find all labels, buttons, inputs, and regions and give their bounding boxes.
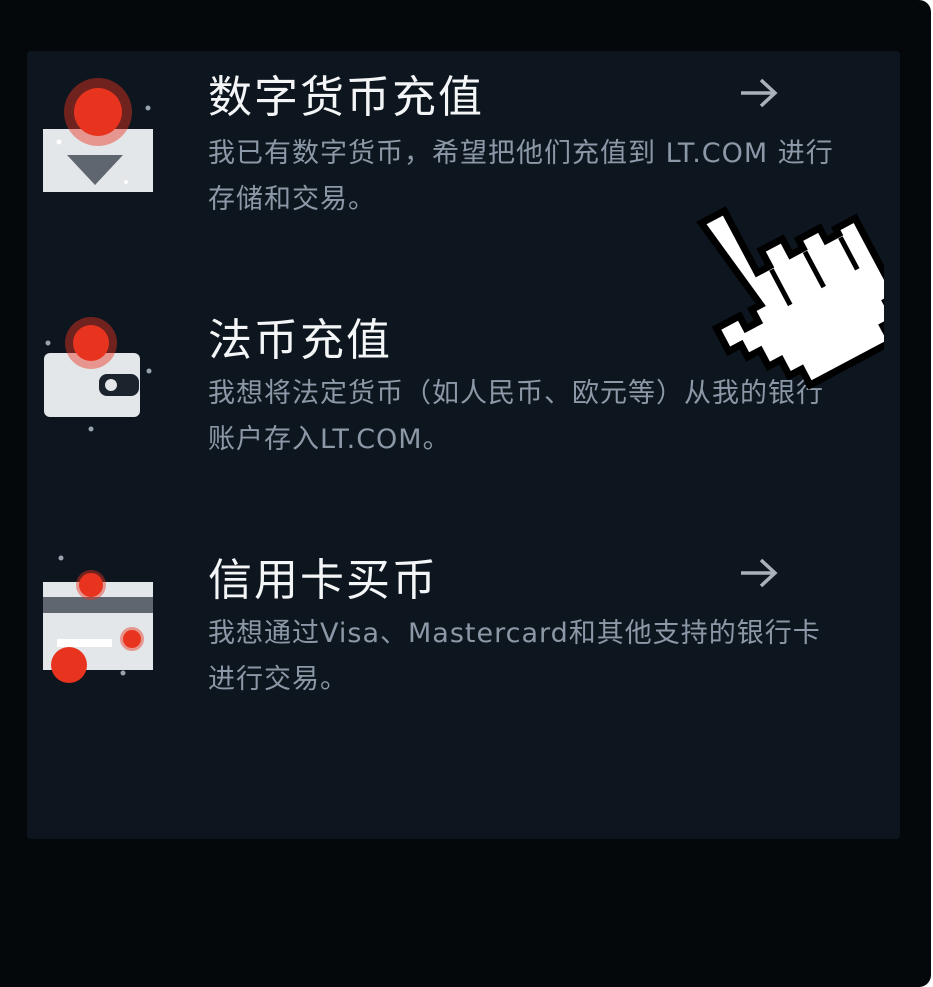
deposit-options-panel: 数字货币充值 我已有数字货币，希望把他们充值到 LT.COM 进行存储和交易。 … <box>27 51 900 839</box>
option-title: 法币充值 <box>208 315 392 366</box>
option-title: 信用卡买币 <box>208 555 438 606</box>
option-crypto-deposit[interactable]: 数字货币充值 我已有数字货币，希望把他们充值到 LT.COM 进行存储和交易。 <box>27 51 900 261</box>
credit-card-icon <box>43 555 153 683</box>
option-title: 数字货币充值 <box>208 72 484 123</box>
fiat-wallet-icon <box>44 317 152 432</box>
option-credit-card[interactable]: 信用卡买币 我想通过Visa、Mastercard和其他支持的银行卡进行交易。 <box>27 531 900 741</box>
app-screen: 数字货币充值 我已有数字货币，希望把他们充值到 LT.COM 进行存储和交易。 … <box>0 0 931 987</box>
option-description: 我想将法定货币（如人民币、欧元等）从我的银行账户存入LT.COM。 <box>208 378 824 455</box>
option-description: 我想通过Visa、Mastercard和其他支持的银行卡进行交易。 <box>208 618 821 695</box>
arrow-right-icon[interactable] <box>737 555 783 591</box>
arrow-right-icon[interactable] <box>737 75 783 111</box>
option-fiat-deposit[interactable]: 法币充值 我想将法定货币（如人民币、欧元等）从我的银行账户存入LT.COM。 <box>27 291 900 501</box>
option-description: 我已有数字货币，希望把他们充值到 LT.COM 进行存储和交易。 <box>208 138 834 215</box>
crypto-deposit-envelope-icon <box>43 78 153 192</box>
